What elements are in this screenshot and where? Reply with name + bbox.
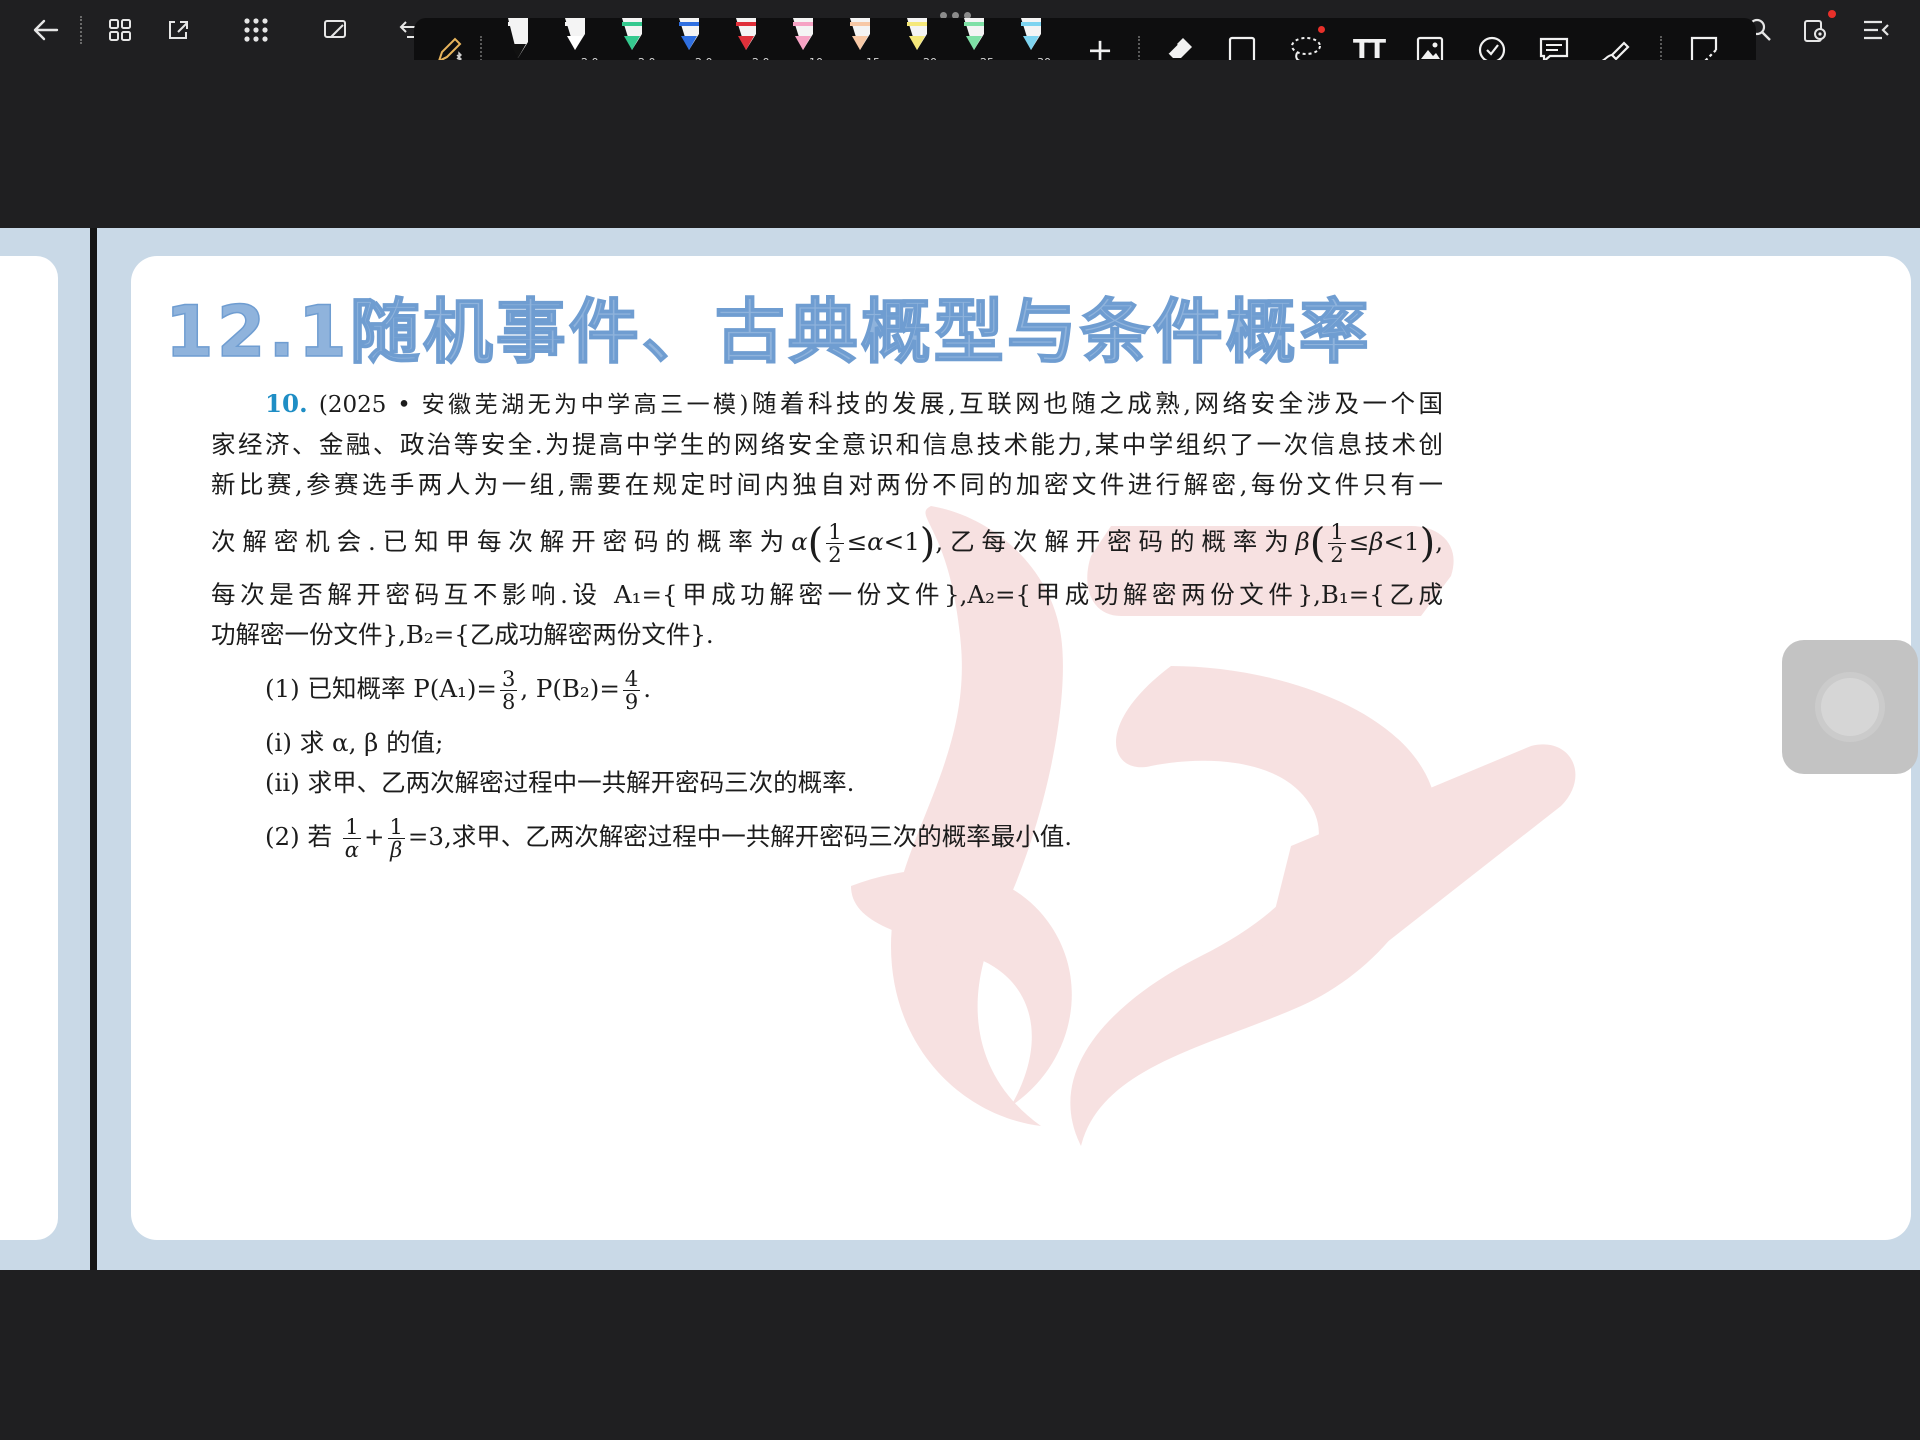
math-symbol: α [867, 527, 884, 556]
math-symbol: ( [807, 520, 824, 567]
problem-text: =3,求甲、乙两次解密过程中一共解开密码三次的概率最小值. [407, 822, 1073, 851]
math-symbol: ) [1419, 520, 1436, 567]
problem-text: ,乙每次解开密码的概率为 [935, 527, 1296, 556]
fraction-denominator: 2 [828, 543, 842, 567]
canvas-background [0, 60, 1920, 228]
previous-page[interactable] [0, 256, 58, 1240]
problem-text: . [643, 674, 652, 703]
math-symbol: ≤ [1348, 527, 1370, 556]
problem-text: , P(B₂)= [520, 674, 620, 703]
problem-line: 10. (2025 • 安徽芜湖无为中学高三一模)随着科技的发展,互联网也随之成… [211, 384, 1443, 425]
sub-question-1-i: (i) 求 α, β 的值; [265, 728, 444, 757]
chapter-title: 12.1随机事件、古典概型与条件概率 [164, 290, 1372, 374]
apps-grid-icon[interactable] [238, 12, 274, 48]
problem-line: 次解密机会.已知甲每次解开密码的概率为α(1 2 ≤α<1),乙每次解开密码的概率为… [211, 520, 1443, 567]
math-symbol: ( [1309, 520, 1326, 567]
fraction-numerator: 1 [826, 520, 844, 544]
fraction-denominator: 8 [501, 690, 516, 714]
canvas-background [0, 1270, 1920, 1440]
fraction: 1α [343, 816, 361, 861]
problem-source: (2025 • 安徽芜湖无为中学高三一模) [318, 392, 749, 418]
fraction-numerator: 4 [622, 667, 641, 691]
menu-collapse-icon[interactable] [1858, 12, 1894, 48]
fraction-numerator: 1 [343, 815, 361, 839]
fraction-denominator: 9 [624, 690, 639, 714]
math-symbol: ) [919, 520, 936, 567]
math-symbol: <1 [1383, 527, 1420, 556]
sub-question-2: (2) 若 1 α +1 β =3,求甲、乙两次解密过程中一共解开密码三次的概率最小值. [211, 809, 1443, 865]
notification-dot [1828, 10, 1836, 18]
sub-question-1: (1) 已知概率 P(A₁)= 3 8, P(B₂)= 4 9. [211, 661, 1443, 717]
math-symbol: ≤ [846, 527, 868, 556]
math-symbol: + [363, 822, 385, 851]
problem-text: 随着科技的发展,互联网也随之成熟,网络安全涉及一个国 [748, 389, 1443, 418]
math-symbol: α [791, 527, 808, 556]
problem-10: 10. (2025 • 安徽芜湖无为中学高三一模)随着科技的发展,互联网也随之成… [211, 384, 1443, 865]
fraction-numerator: 1 [387, 815, 405, 839]
problem-text: (2) 若 [265, 822, 332, 851]
problem-text: 次解密机会.已知甲每次解开密码的概率为 [211, 527, 792, 556]
fraction: 1β [387, 815, 405, 862]
fraction: 12 [826, 520, 844, 567]
math-symbol: <1 [883, 527, 920, 556]
export-icon[interactable] [160, 12, 196, 48]
fraction-numerator: 1 [1328, 520, 1346, 544]
fraction-denominator: β [390, 838, 403, 862]
fraction: 38 [499, 667, 518, 714]
fraction: 49 [622, 667, 641, 714]
sub-question-1-ii: (ii) 求甲、乙两次解密过程中一共解开密码三次的概率. [265, 768, 855, 797]
current-page[interactable]: 12.1随机事件、古典概型与条件概率 10. (2025 • 安徽芜湖无为中学高… [131, 256, 1911, 1240]
problem-line: 每次是否解开密码互不影响.设 A₁={甲成功解密一份文件},A₂={甲成功解密两… [211, 580, 1443, 609]
math-symbol: β [1295, 527, 1310, 556]
floating-assistive-button[interactable] [1782, 640, 1918, 774]
problem-line: 功解密一份文件},B₂={乙成功解密两份文件}. [211, 620, 714, 649]
problem-line: 新比赛,参赛选手两人为一组,需要在规定时间内独自对两份不同的加密文件进行解密,每… [211, 470, 1443, 499]
math-symbol: β [1369, 527, 1384, 556]
problem-line: 家经济、金融、政治等安全.为提高中学生的网络安全意识和信息技术能力,某中学组织了… [211, 430, 1443, 459]
fraction: 12 [1328, 520, 1346, 567]
page-divider [90, 228, 97, 1270]
grid-view-icon[interactable] [102, 12, 138, 48]
problem-text: (1) 已知概率 P(A₁)= [265, 674, 497, 703]
document-settings-icon[interactable] [1798, 12, 1834, 48]
pen-mode-icon[interactable] [318, 12, 354, 48]
fraction-numerator: 3 [499, 667, 518, 691]
fraction-denominator: 2 [1330, 543, 1344, 567]
problem-number: 10. [265, 389, 308, 418]
notification-dot [1318, 26, 1325, 33]
separator [80, 16, 82, 44]
assistive-button-knob [1821, 678, 1879, 736]
fraction-denominator: α [344, 838, 359, 862]
back-arrow-icon[interactable] [28, 12, 64, 48]
